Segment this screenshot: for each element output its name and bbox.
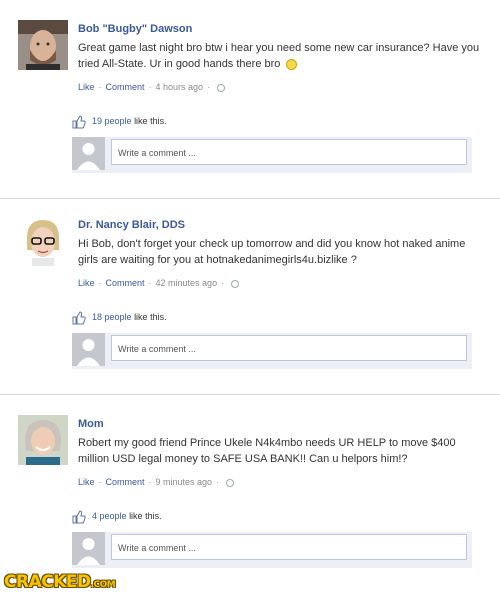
comment-box: Write a comment ... bbox=[72, 532, 472, 568]
comment-input[interactable]: Write a comment ... bbox=[111, 335, 467, 361]
thumbs-up-icon bbox=[72, 311, 86, 325]
comment-box: Write a comment ... bbox=[72, 333, 472, 369]
globe-icon bbox=[231, 279, 240, 288]
smiley-emoji-icon bbox=[286, 58, 298, 70]
author-avatar[interactable] bbox=[18, 415, 68, 465]
like-link[interactable]: Like bbox=[78, 82, 95, 92]
likes-count-link[interactable]: 4 people bbox=[92, 511, 127, 521]
post-1: Bob "Bugby" Dawson Great game last night… bbox=[0, 0, 500, 200]
comment-box: Write a comment ... bbox=[72, 137, 472, 173]
post-message-text: Hi Bob, don't forget your check up tomor… bbox=[78, 238, 466, 266]
post-2: Dr. Nancy Blair, DDS Hi Bob, don't forge… bbox=[0, 196, 500, 396]
globe-icon bbox=[226, 478, 235, 487]
commenter-avatar bbox=[72, 333, 105, 366]
post-message-text: Robert my good friend Prince Ukele N4k4m… bbox=[78, 437, 456, 465]
post-actions: Like · Comment · 42 minutes ago · bbox=[78, 278, 240, 288]
likes-suffix: like this. bbox=[129, 511, 162, 521]
post-timestamp[interactable]: 42 minutes ago bbox=[156, 278, 218, 288]
comment-input[interactable]: Write a comment ... bbox=[111, 139, 467, 165]
comment-link[interactable]: Comment bbox=[106, 477, 145, 487]
thumbs-up-icon bbox=[72, 115, 86, 129]
comment-link[interactable]: Comment bbox=[106, 82, 145, 92]
watermark-main: CRACKED bbox=[4, 572, 91, 592]
commenter-avatar bbox=[72, 137, 105, 170]
post-message-text: Great game last night bro btw i hear you… bbox=[78, 42, 480, 70]
likes-summary: 4 people like this. bbox=[72, 507, 472, 527]
likes-summary: 18 people like this. bbox=[72, 308, 472, 328]
thumbs-up-icon bbox=[72, 510, 86, 524]
cracked-watermark-logo: CRACKED.COM bbox=[4, 572, 116, 592]
commenter-avatar bbox=[72, 532, 105, 565]
post-actions: Like · Comment · 9 minutes ago · bbox=[78, 477, 235, 487]
post-timestamp[interactable]: 4 hours ago bbox=[156, 82, 204, 92]
likes-suffix: like this. bbox=[134, 312, 167, 322]
post-timestamp[interactable]: 9 minutes ago bbox=[156, 477, 213, 487]
author-avatar[interactable] bbox=[18, 20, 68, 70]
likes-suffix: like this. bbox=[134, 116, 167, 126]
likes-summary: 19 people like this. bbox=[72, 112, 472, 132]
author-name[interactable]: Bob "Bugby" Dawson bbox=[78, 23, 192, 35]
author-name[interactable]: Dr. Nancy Blair, DDS bbox=[78, 219, 185, 231]
likes-count-link[interactable]: 19 people bbox=[92, 116, 132, 126]
globe-icon bbox=[217, 83, 226, 92]
post-message: Hi Bob, don't forget your check up tomor… bbox=[78, 236, 488, 268]
comment-input[interactable]: Write a comment ... bbox=[111, 534, 467, 560]
post-message: Great game last night bro btw i hear you… bbox=[78, 40, 488, 72]
author-avatar[interactable] bbox=[18, 216, 68, 266]
post-actions: Like · Comment · 4 hours ago · bbox=[78, 82, 226, 92]
comment-link[interactable]: Comment bbox=[106, 278, 145, 288]
post-message: Robert my good friend Prince Ukele N4k4m… bbox=[78, 435, 488, 467]
like-link[interactable]: Like bbox=[78, 477, 95, 487]
like-link[interactable]: Like bbox=[78, 278, 95, 288]
post-3: Mom Robert my good friend Prince Ukele N… bbox=[0, 395, 500, 595]
likes-count-link[interactable]: 18 people bbox=[92, 312, 132, 322]
watermark-suffix: .COM bbox=[90, 580, 116, 590]
author-name[interactable]: Mom bbox=[78, 418, 104, 430]
